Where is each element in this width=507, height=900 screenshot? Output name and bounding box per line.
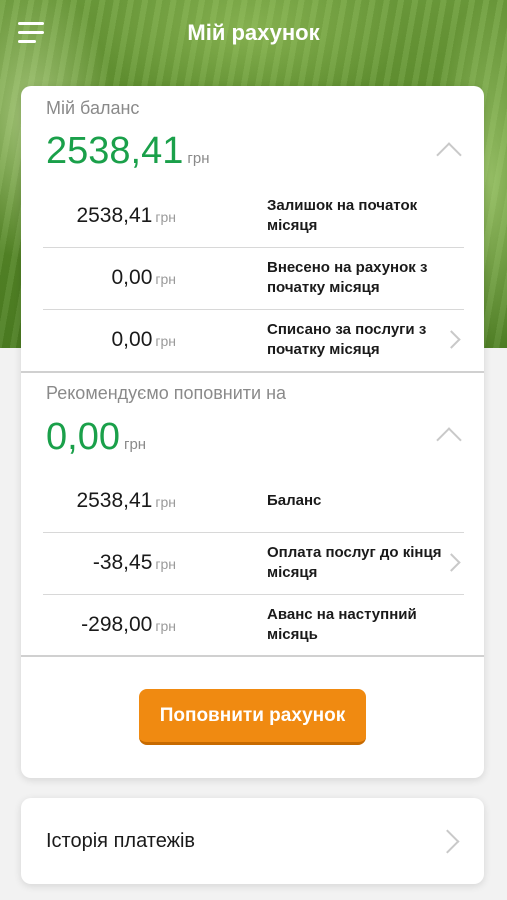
row-currency: грн	[155, 556, 176, 572]
balance-row-start: 2538,41 грн Залишок на початок місяця	[43, 185, 464, 248]
row-label: Залишок на початок місяця	[267, 197, 418, 234]
row-amount: 2538,41 грн	[76, 185, 176, 247]
row-label: Списано за послуги з початку місяця	[267, 321, 427, 358]
row-currency: грн	[155, 271, 176, 287]
balance-row-deposited: 0,00 грн Внесено на рахунок з початку міс…	[43, 247, 464, 310]
balance-amount-value: 2538,41	[46, 130, 184, 172]
row-currency: грн	[155, 333, 176, 349]
section-divider	[21, 655, 484, 657]
row-amount-value: -38,45	[92, 551, 153, 574]
row-amount: -298,00 грн	[81, 594, 176, 656]
recommend-amount: 0,00 грн	[46, 416, 146, 459]
row-amount-value: -298,00	[81, 613, 153, 636]
row-label: Баланс	[267, 492, 322, 509]
recommend-row-services[interactable]: -38,45 грн Оплата послуг до кінця місяця	[43, 532, 464, 595]
row-amount-value: 0,00	[111, 266, 153, 289]
balance-title: Мій баланс	[46, 98, 140, 118]
row-amount: 0,00 грн	[112, 247, 177, 309]
row-amount-value: 0,00	[111, 328, 153, 351]
recommend-row-balance: 2538,41 грн Баланс	[43, 470, 464, 533]
chevron-right-icon	[435, 829, 460, 854]
collapse-balance-icon[interactable]	[436, 142, 462, 168]
balance-amount: 2538,41 грн	[46, 130, 209, 173]
section-divider	[21, 371, 484, 373]
recommend-row-advance: -298,00 грн Аванс на наступний місяць	[43, 594, 464, 656]
payment-history-item[interactable]: Історія платежів	[21, 798, 484, 884]
row-currency: грн	[155, 209, 176, 225]
balance-row-charged[interactable]: 0,00 грн Списано за послуги з початку міс…	[43, 309, 464, 371]
row-amount-value: 2538,41	[76, 204, 153, 227]
topup-button[interactable]: Поповнити рахунок	[139, 689, 366, 745]
recommend-currency: грн	[123, 436, 147, 453]
row-currency: грн	[155, 618, 176, 634]
balance-currency: грн	[187, 150, 210, 167]
recommend-amount-value: 0,00	[46, 416, 120, 458]
row-label: Внесено на рахунок з початку місяця	[267, 259, 428, 296]
page-title: Мій рахунок	[187, 20, 320, 45]
collapse-recommend-icon[interactable]	[436, 427, 462, 453]
payment-history-label: Історія платежів	[46, 830, 196, 852]
row-amount-value: 2538,41	[76, 489, 153, 512]
row-amount: -38,45 грн	[93, 532, 176, 594]
balance-card: Мій баланс 2538,41 грн 2538,41 грн Залишок…	[21, 86, 484, 778]
row-label: Аванс на наступний місяць	[267, 606, 417, 643]
recommend-title: Рекомендуємо поповнити на	[46, 383, 287, 403]
row-amount: 0,00 грн	[112, 309, 177, 371]
row-currency: грн	[155, 494, 176, 510]
row-label: Оплата послуг до кінця місяця	[267, 544, 442, 581]
row-amount: 2538,41 грн	[76, 470, 176, 532]
